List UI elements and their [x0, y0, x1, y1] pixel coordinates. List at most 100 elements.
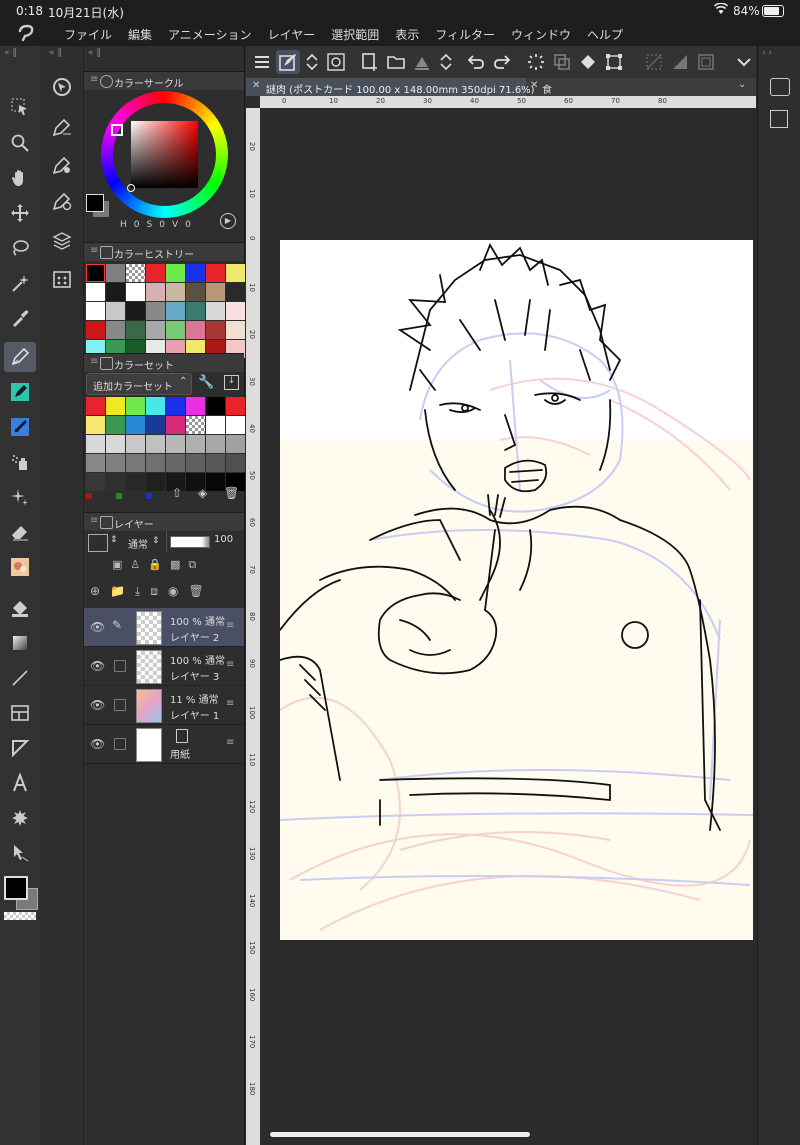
eye-icon[interactable]: 👁: [90, 698, 105, 712]
close-tab-icon[interactable]: ✕: [530, 80, 538, 91]
blend-tool-icon[interactable]: [4, 552, 36, 582]
zoom-tool-icon[interactable]: [4, 128, 36, 158]
color-set-swatch[interactable]: [86, 397, 105, 415]
mask-toggle-icon[interactable]: ⧉: [188, 558, 196, 580]
frame-tool-icon[interactable]: [4, 698, 36, 728]
color-set-swatch[interactable]: [126, 397, 145, 415]
history-swatch[interactable]: [226, 302, 245, 320]
correct-line-tool-icon[interactable]: [4, 838, 36, 868]
color-set-swatch[interactable]: [166, 454, 185, 472]
selection-border-icon[interactable]: [694, 50, 718, 74]
eye-icon[interactable]: 👁: [90, 620, 105, 634]
menu-file[interactable]: ファイル: [56, 26, 120, 43]
move-tool-icon[interactable]: [4, 198, 36, 228]
layer-property-icon[interactable]: [49, 228, 75, 254]
blend-mode-select[interactable]: 通常 ⇕: [124, 532, 167, 552]
color-set-swatch[interactable]: [106, 435, 125, 453]
history-swatch[interactable]: [146, 321, 165, 339]
opacity-slider[interactable]: [170, 536, 210, 548]
operation-tool-icon[interactable]: [4, 92, 36, 122]
history-swatch[interactable]: [126, 264, 145, 282]
color-set-swatch[interactable]: [86, 435, 105, 453]
subtool-settings-icon[interactable]: [49, 152, 75, 178]
color-picker-marker[interactable]: [127, 184, 135, 192]
gradient-tool-icon[interactable]: [4, 628, 36, 658]
subtool-detail-icon[interactable]: [49, 188, 75, 214]
color-set-swatch[interactable]: [146, 435, 165, 453]
menu-window[interactable]: ウィンドウ: [503, 26, 579, 43]
layer-property-side-icon[interactable]: [770, 110, 788, 128]
layer-row[interactable]: 👁 ✎ 100 % 通常 レイヤー 2 ≡: [84, 608, 244, 647]
color-set-swatch[interactable]: [166, 397, 185, 415]
color-set-dropdown[interactable]: 追加カラーセット ⌃: [86, 373, 192, 395]
pencil-tool-icon[interactable]: [4, 377, 36, 407]
collapse-panel-icon[interactable]: « ‖: [88, 48, 101, 58]
color-set-swatch[interactable]: [186, 454, 205, 472]
layer-menu-icon[interactable]: ≡: [226, 698, 234, 709]
color-set-swatch[interactable]: [186, 435, 205, 453]
circle-main-color[interactable]: [86, 194, 104, 212]
brush-tool-icon[interactable]: [4, 412, 36, 442]
redo-icon[interactable]: [490, 50, 514, 74]
menu-layer[interactable]: レイヤー: [260, 26, 324, 43]
menu-animation[interactable]: アニメーション: [160, 26, 260, 43]
layer-panel-header[interactable]: ≡ レイヤー: [84, 512, 244, 531]
transform-icon[interactable]: [602, 50, 626, 74]
history-swatch[interactable]: [186, 321, 205, 339]
line-tool-icon[interactable]: [4, 663, 36, 693]
hue-marker[interactable]: [111, 124, 123, 136]
open-folder-icon[interactable]: [384, 50, 408, 74]
saturation-value-square[interactable]: [131, 121, 198, 188]
history-swatch[interactable]: [146, 283, 165, 301]
updown-arrow-icon[interactable]: [434, 50, 458, 74]
chevron-down-icon[interactable]: ⌄: [738, 79, 746, 90]
layer-checkbox[interactable]: [114, 738, 126, 750]
color-set-swatch[interactable]: [226, 454, 245, 472]
eraser-tool-icon[interactable]: [4, 517, 36, 547]
history-swatch[interactable]: [86, 321, 105, 339]
merge-down-icon[interactable]: ⧈: [150, 584, 158, 606]
color-set-swatch[interactable]: [126, 473, 145, 491]
fill-bucket-icon[interactable]: [576, 50, 600, 74]
history-swatch[interactable]: [206, 264, 225, 282]
transparent-color-swatch[interactable]: [4, 912, 36, 920]
history-swatch[interactable]: [126, 321, 145, 339]
wrench-icon[interactable]: 🔧: [198, 375, 214, 390]
history-swatch[interactable]: [106, 302, 125, 320]
tab-second-document[interactable]: 食: [542, 81, 552, 96]
lasso-tool-icon[interactable]: [4, 233, 36, 263]
color-set-swatch[interactable]: [226, 416, 245, 434]
loading-icon[interactable]: [524, 50, 548, 74]
menu-filter[interactable]: フィルター: [427, 26, 503, 43]
import-icon[interactable]: ↓: [224, 375, 239, 390]
updown-arrow-icon[interactable]: [300, 50, 324, 74]
material-panel-icon[interactable]: [49, 266, 75, 292]
airbrush-tool-icon[interactable]: [4, 447, 36, 477]
menu-selection[interactable]: 選択範囲: [323, 26, 387, 43]
history-swatch[interactable]: [146, 302, 165, 320]
eye-icon[interactable]: 👁: [90, 737, 105, 751]
color-set-header[interactable]: ≡ カラーセット: [84, 353, 244, 372]
history-swatch[interactable]: [206, 283, 225, 301]
color-history-header[interactable]: ≡ カラーヒストリー: [84, 242, 244, 261]
clear-selection-icon[interactable]: [642, 50, 666, 74]
history-swatch[interactable]: [106, 264, 125, 282]
layer-mask-icon[interactable]: ◉: [168, 584, 178, 606]
add-color-icon[interactable]: ⇧: [172, 486, 182, 500]
history-swatch[interactable]: [166, 321, 185, 339]
color-set-swatch[interactable]: [106, 473, 125, 491]
history-swatch[interactable]: [86, 283, 105, 301]
color-set-swatch[interactable]: [206, 416, 225, 434]
collapse-left-icon[interactable]: « ‖: [4, 48, 17, 58]
main-color-swatch[interactable]: [4, 876, 28, 900]
color-set-swatch[interactable]: [126, 454, 145, 472]
history-swatch[interactable]: [166, 283, 185, 301]
transfer-down-icon[interactable]: ⤓: [135, 584, 140, 606]
color-set-swatch[interactable]: [126, 435, 145, 453]
menu-icon[interactable]: [250, 50, 274, 74]
layer-menu-icon[interactable]: ≡: [226, 620, 234, 631]
history-swatch[interactable]: [106, 283, 125, 301]
undo-icon[interactable]: [464, 50, 488, 74]
layer-menu-icon[interactable]: ≡: [226, 737, 234, 748]
lock-icon[interactable]: 🔒: [148, 558, 162, 580]
